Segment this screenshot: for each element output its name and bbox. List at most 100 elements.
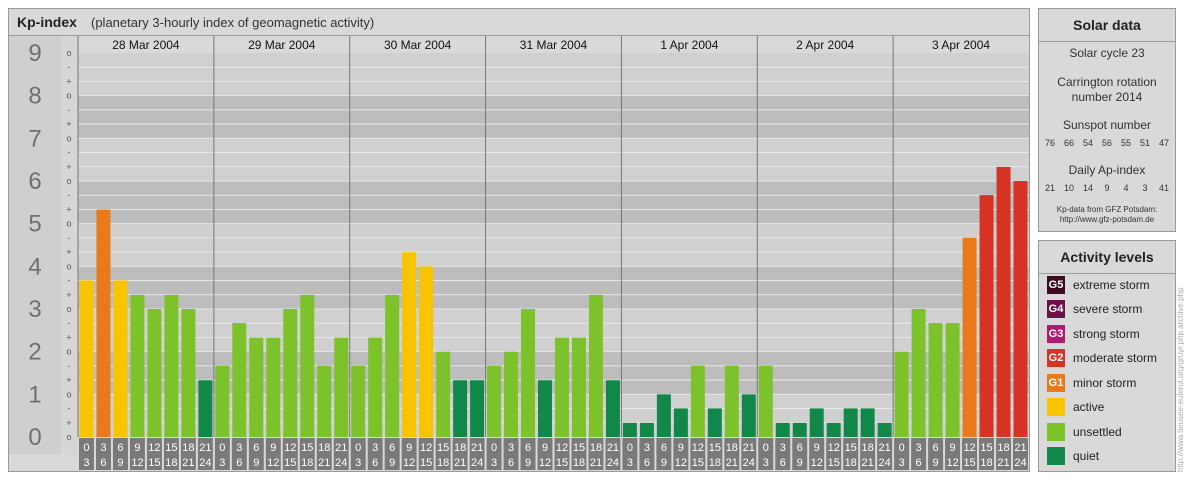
- hour-tick-label: 15: [845, 442, 857, 454]
- source-link[interactable]: http://www.gfz-potsdam.de: [1039, 215, 1175, 225]
- hour-tick-label: 9: [678, 442, 684, 454]
- kp-bar: [639, 422, 654, 437]
- hour-tick-label: 15: [284, 457, 296, 469]
- hour-tick-label: 12: [963, 442, 975, 454]
- day-label: 29 Mar 2004: [248, 38, 316, 52]
- legend-item-severe-storm: G4 severe storm: [1047, 299, 1142, 319]
- hour-tick-label: 15: [709, 442, 721, 454]
- kp-bar: [860, 408, 875, 437]
- kp-bar: [283, 309, 298, 437]
- hour-tick-label: 24: [879, 457, 891, 469]
- background-band: [78, 223, 1029, 267]
- legend-label: quiet: [1073, 449, 1100, 463]
- hour-tick-label: 18: [726, 442, 738, 454]
- background-band: [78, 181, 1029, 224]
- hour-tick-label: 3: [627, 457, 633, 469]
- kp-bar: [113, 280, 128, 437]
- y-minor-tick-label: o: [66, 176, 71, 186]
- hour-tick-label: 6: [661, 442, 667, 454]
- hour-tick-label: 6: [372, 457, 378, 469]
- kp-bar: [758, 365, 773, 437]
- y-tick-label: 8: [28, 83, 41, 110]
- hour-tick-label: 15: [828, 457, 840, 469]
- hour-tick-label: 0: [83, 442, 89, 454]
- kp-bar: [979, 195, 994, 437]
- hour-tick-label: 15: [165, 442, 177, 454]
- hour-tick-label: 12: [131, 457, 143, 469]
- kp-bar: [911, 309, 926, 437]
- legend-swatch: G4: [1047, 300, 1065, 318]
- hour-tick-label: 15: [573, 442, 585, 454]
- day-label: 30 Mar 2004: [384, 38, 452, 52]
- kp-bar: [809, 408, 824, 437]
- ap-value: 41: [1158, 183, 1169, 193]
- y-minor-tick-label: -: [68, 361, 71, 371]
- y-minor-tick-label: +: [66, 162, 71, 172]
- legend-label: extreme storm: [1073, 278, 1150, 292]
- hour-tick-label: 12: [148, 442, 160, 454]
- kp-bar: [215, 365, 230, 437]
- kp-bar: [962, 237, 977, 437]
- hour-tick-label: 0: [491, 442, 497, 454]
- hour-tick-label: 0: [355, 442, 361, 454]
- hour-tick-label: 6: [525, 442, 531, 454]
- hour-tick-label: 24: [743, 457, 755, 469]
- hour-tick-label: 0: [899, 442, 905, 454]
- hour-tick-label: 12: [284, 442, 296, 454]
- legend-item-unsettled: unsettled: [1047, 422, 1122, 442]
- hour-tick-label: 15: [301, 442, 313, 454]
- y-minor-tick-label: o: [66, 91, 71, 101]
- day-label: 1 Apr 2004: [660, 38, 718, 52]
- legend-swatch: G1: [1047, 374, 1065, 392]
- y-minor-tick-label: +: [66, 76, 71, 86]
- hour-tick-label: 12: [403, 457, 415, 469]
- kp-bar: [605, 380, 620, 437]
- kp-bar: [300, 294, 315, 437]
- kp-bar: [181, 309, 196, 437]
- sunspot-title: Sunspot number: [1062, 118, 1152, 132]
- sunspot-value: 51: [1139, 138, 1150, 148]
- hour-tick-label: 3: [763, 457, 769, 469]
- kp-bar: [996, 166, 1011, 438]
- y-minor-tick-label: +: [66, 375, 71, 385]
- hour-tick-label: 18: [590, 442, 602, 454]
- legend-item-minor-storm: G1 minor storm: [1047, 373, 1136, 393]
- kp-bar: [741, 394, 756, 437]
- y-minor-tick-label: -: [68, 105, 71, 115]
- legend-swatch: [1047, 423, 1065, 441]
- kp-bar: [588, 294, 603, 437]
- ap-value: 10: [1063, 183, 1074, 193]
- hour-tick-label: 9: [933, 457, 939, 469]
- hour-tick-label: 18: [573, 457, 585, 469]
- legend-label: minor storm: [1073, 376, 1137, 390]
- kp-bar: [571, 337, 586, 437]
- hour-tick-label: 18: [980, 457, 992, 469]
- legend-label: moderate storm: [1073, 351, 1158, 365]
- y-minor-tick-label: -: [68, 404, 71, 414]
- hour-tick-label: 3: [355, 457, 361, 469]
- y-minor-tick-label: +: [66, 418, 71, 428]
- ap-value: 9: [1104, 183, 1110, 193]
- hour-tick-label: 3: [219, 457, 225, 469]
- kp-bar: [96, 209, 111, 437]
- hour-tick-label: 18: [301, 457, 313, 469]
- hour-tick-label: 3: [916, 442, 922, 454]
- hour-tick-label: 12: [828, 442, 840, 454]
- hour-tick-label: 24: [335, 457, 347, 469]
- y-tick-label: 4: [28, 253, 41, 280]
- y-minor-tick-label: -: [68, 318, 71, 328]
- kp-bar: [673, 408, 688, 437]
- chart-subtitle: (planetary 3-hourly index of geomagnetic…: [91, 15, 375, 30]
- y-tick-label: 5: [28, 211, 41, 238]
- kp-bar: [690, 365, 705, 437]
- hour-tick-label: 15: [148, 457, 160, 469]
- y-minor-tick-label: -: [68, 190, 71, 200]
- kp-bar: [419, 266, 434, 437]
- legend-item-moderate-storm: G2 moderate storm: [1047, 348, 1157, 368]
- kp-bar: [79, 280, 94, 437]
- hour-tick-label: 21: [607, 442, 619, 454]
- kp-bar: [792, 422, 807, 437]
- hour-tick-label: 6: [253, 442, 259, 454]
- y-minor-tick-label: +: [66, 247, 71, 257]
- hour-tick-label: 6: [236, 457, 242, 469]
